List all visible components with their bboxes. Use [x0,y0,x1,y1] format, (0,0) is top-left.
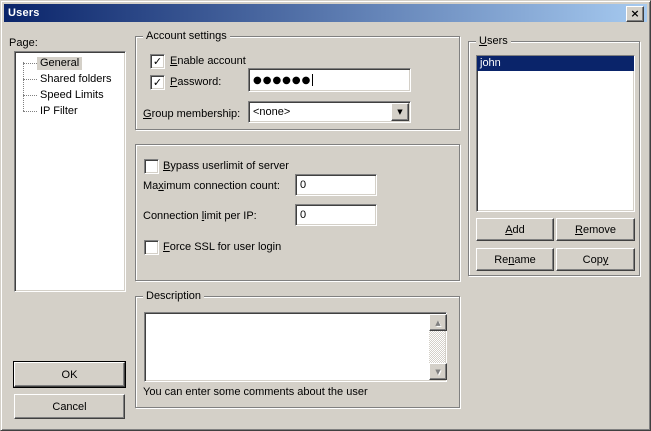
text-caret [312,74,313,86]
enable-account-label: Enable account [170,55,246,67]
password-checkbox[interactable]: ✓ [150,75,165,90]
users-listbox[interactable]: john [476,55,635,212]
copy-user-button[interactable]: Copy [556,248,635,271]
description-group: Description ▲ ▼ You can enter some comme… [135,296,460,408]
remove-user-button[interactable]: Remove [556,218,635,241]
tree-branch-icon [23,79,37,80]
tree-item-ip-filter[interactable]: IP Filter [23,103,81,119]
add-user-button[interactable]: Add [476,218,554,241]
user-list-item[interactable]: john [477,56,634,71]
titlebar[interactable]: Users × [4,4,647,22]
group-membership-label: Group membership: [143,108,240,120]
tree-branch-icon [23,111,37,112]
users-group: Users john Add Remove Rename Copy [468,41,640,276]
bypass-userlimit-label: Bypass userlimit of server [163,160,289,172]
tree-item-general[interactable]: General [23,55,82,71]
chevron-down-icon: ▼ [397,108,402,116]
description-hint: You can enter some comments about the us… [143,386,368,398]
ok-button[interactable]: OK [14,362,125,387]
password-input[interactable]: ●●●●●● [248,68,411,92]
connection-settings-group: Bypass userlimit of server Maximum conne… [135,144,460,281]
close-icon: × [630,9,639,19]
scroll-up-button[interactable]: ▲ [429,314,447,331]
users-dialog: Users × Page: General Shared folders Spe… [0,0,651,431]
group-membership-select[interactable]: <none> ▼ [248,101,411,123]
description-scrollbar[interactable]: ▲ ▼ [429,314,445,380]
dropdown-button[interactable]: ▼ [391,103,409,121]
scroll-down-icon: ▼ [435,368,440,376]
force-ssl-label: Force SSL for user login [163,241,281,253]
force-ssl-checkbox[interactable] [144,240,159,255]
checkmark-icon: ✓ [153,57,162,66]
scroll-down-button[interactable]: ▼ [429,363,447,380]
tree-item-speed-limits[interactable]: Speed Limits [23,87,107,103]
checkmark-icon: ✓ [153,78,162,87]
description-textarea[interactable]: ▲ ▼ [144,312,447,382]
page-tree[interactable]: General Shared folders Speed Limits IP F… [14,51,126,292]
bypass-userlimit-checkbox[interactable] [144,159,159,174]
description-group-label: Description [143,290,204,302]
max-connection-count-label: Maximum connection count: [143,180,280,192]
cancel-button[interactable]: Cancel [14,394,125,419]
tree-item-shared-folders[interactable]: Shared folders [23,71,115,87]
max-connection-count-input[interactable]: 0 [295,174,377,196]
connection-limit-per-ip-input[interactable]: 0 [295,204,377,226]
account-settings-group-label: Account settings [143,30,230,42]
tree-branch-icon [23,63,37,64]
users-group-label: Users [476,35,511,47]
rename-user-button[interactable]: Rename [476,248,554,271]
connection-limit-per-ip-label: Connection limit per IP: [143,210,257,222]
window-title: Users [4,7,40,19]
page-label: Page: [9,37,38,49]
enable-account-checkbox[interactable]: ✓ [150,54,165,69]
tree-branch-icon [23,95,37,96]
account-settings-group: Account settings ✓ Enable account ✓ Pass… [135,36,460,130]
close-button[interactable]: × [626,6,644,22]
scroll-up-icon: ▲ [435,319,440,327]
password-label: Password: [170,76,221,88]
